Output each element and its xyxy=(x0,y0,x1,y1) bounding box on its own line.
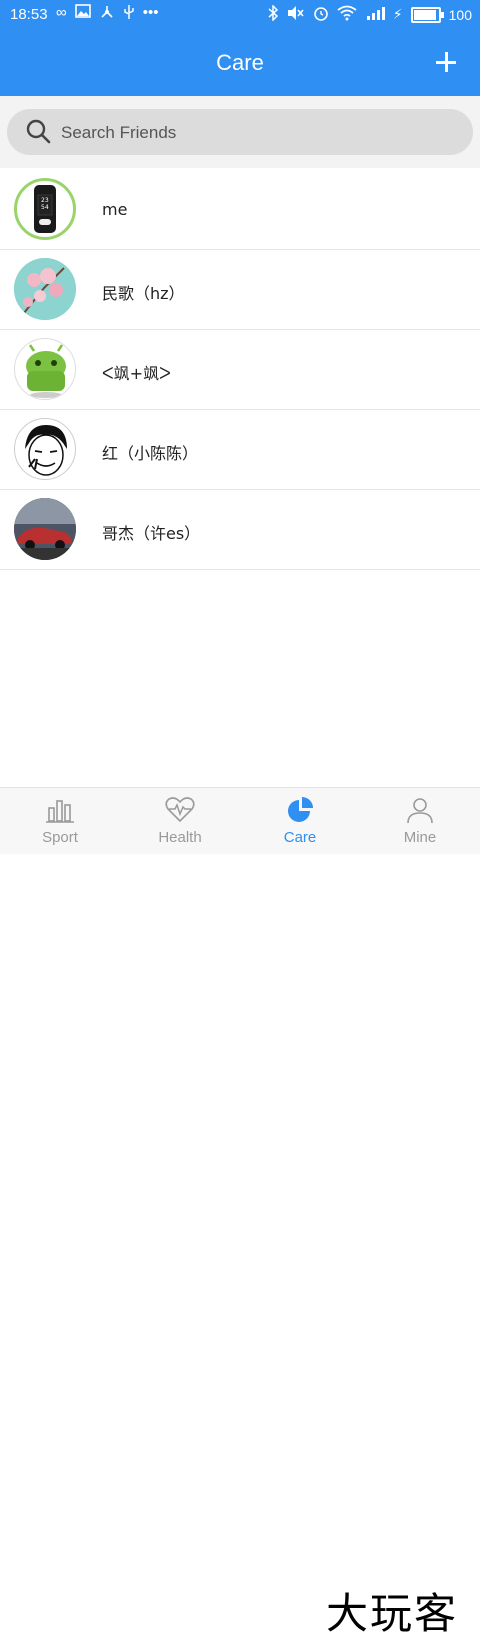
plus-icon[interactable] xyxy=(428,44,464,80)
search-section xyxy=(0,96,480,168)
watermark: 大玩客 xyxy=(326,1589,459,1638)
tab-health[interactable]: Health xyxy=(120,788,240,854)
mute-icon xyxy=(287,5,305,24)
battery-icon xyxy=(410,6,444,23)
status-bar: 18:53 ∞ ••• ⚡ 100 xyxy=(0,0,480,30)
tab-label: Health xyxy=(158,829,202,846)
friend-name: 民歌（hz） xyxy=(102,284,185,303)
list-item[interactable]: ᐸ飒+飒ᐳ xyxy=(0,330,480,410)
app-bar: Care xyxy=(0,30,480,96)
charging-icon: ⚡ xyxy=(392,6,403,22)
status-left-icons: ∞ ••• xyxy=(56,4,158,24)
signal-4g-icon xyxy=(365,5,385,24)
person-icon xyxy=(407,798,433,824)
friend-name: 哥杰（许es） xyxy=(102,524,201,543)
android-robot-avatar xyxy=(14,338,76,400)
image-icon xyxy=(74,4,91,24)
tab-mine[interactable]: Mine xyxy=(360,788,480,854)
search-bar[interactable] xyxy=(7,109,473,155)
search-input[interactable] xyxy=(59,119,443,147)
list-item[interactable]: 民歌（hz） xyxy=(0,250,480,330)
friend-name: 红（小陈陈） xyxy=(102,444,199,463)
status-right-icons: ⚡ 100 xyxy=(267,4,472,24)
list-item[interactable]: 23 54 me xyxy=(0,170,480,250)
bluetooth-icon xyxy=(267,4,279,24)
svg-text:54: 54 xyxy=(41,204,49,211)
tab-label: Mine xyxy=(403,829,437,846)
tab-sport[interactable]: Sport xyxy=(0,788,120,854)
bar-chart-icon xyxy=(46,800,74,823)
meme-face-avatar xyxy=(14,418,76,480)
tab-label: Sport xyxy=(42,829,78,846)
list-item[interactable]: 红（小陈陈） xyxy=(0,410,480,490)
bottom-tab-bar: Sport Health Care Mine 大玩客 xyxy=(0,787,480,1638)
svg-text:23: 23 xyxy=(41,197,49,204)
tab-care[interactable]: Care xyxy=(240,788,360,854)
wifi-icon xyxy=(337,5,357,24)
battery-percent: 100 xyxy=(448,6,472,23)
share-icon xyxy=(99,4,115,24)
heartbeat-icon xyxy=(165,797,195,823)
page-title: Care xyxy=(216,50,264,75)
friend-list: 23 54 me 民歌（hz） ᐸ飒+飒ᐳ 红（小陈陈） 哥杰（许es） xyxy=(0,170,480,570)
friend-name: ᐸ飒+飒ᐳ xyxy=(102,364,171,383)
alarm-icon xyxy=(313,5,329,24)
search-icon xyxy=(26,119,51,144)
tab-label: Care xyxy=(283,829,317,846)
friend-name: me xyxy=(102,200,128,219)
infinity-icon: ∞ xyxy=(56,4,67,21)
usb-icon xyxy=(123,4,135,24)
more-dots-icon: ••• xyxy=(142,4,159,21)
pie-chart-icon xyxy=(288,797,313,822)
list-item[interactable]: 哥杰（许es） xyxy=(0,490,480,570)
sports-car-avatar xyxy=(14,498,76,560)
cherry-blossom-avatar xyxy=(14,258,76,320)
fitness-band-avatar: 23 54 xyxy=(14,178,76,240)
status-time: 18:53 xyxy=(10,6,48,23)
